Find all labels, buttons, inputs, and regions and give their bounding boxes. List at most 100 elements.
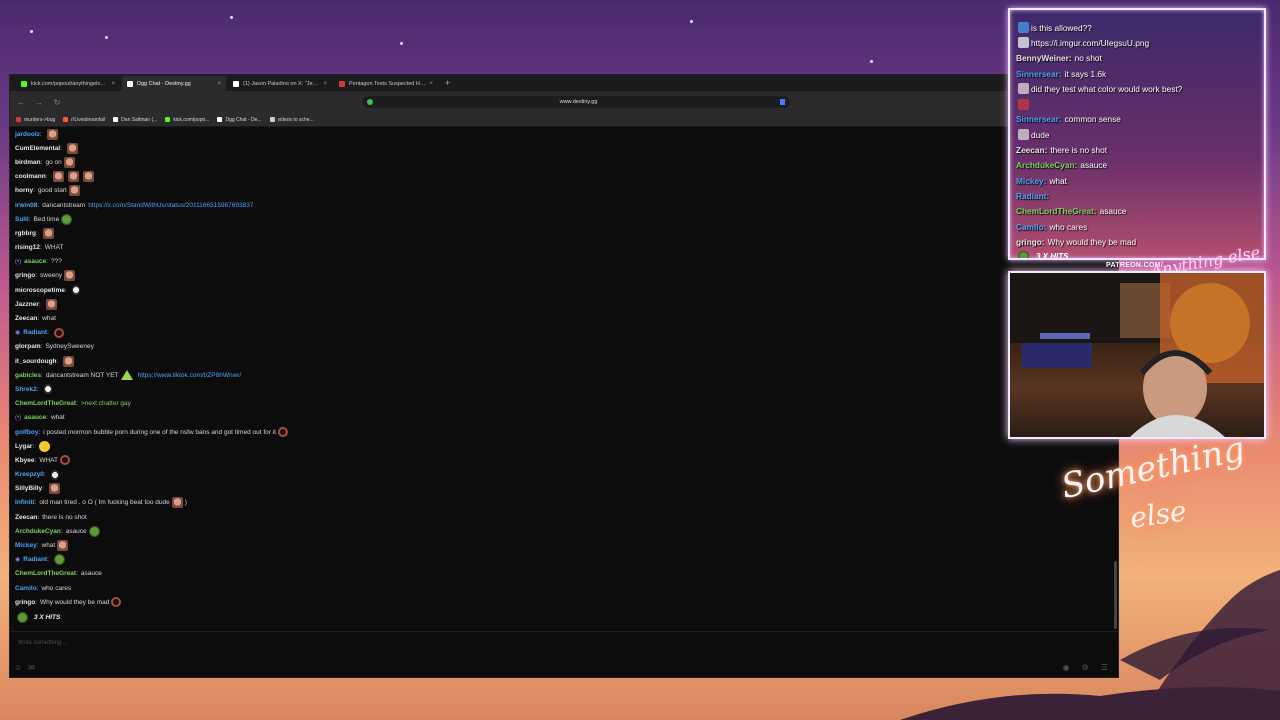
- address-bar[interactable]: www.destiny.gg: [362, 96, 790, 108]
- webcam-scene: [1010, 273, 1264, 437]
- close-icon[interactable]: ×: [323, 81, 327, 87]
- chat-username[interactable]: coolmann: [15, 173, 46, 180]
- chat-username[interactable]: Camilo: [15, 585, 37, 592]
- chat-separator: :: [36, 584, 39, 592]
- overlay-chat-message: ChemLordTheGreat: asauce: [1016, 204, 1258, 219]
- chat-username[interactable]: Radiant: [23, 329, 47, 336]
- chat-username[interactable]: rising12: [15, 244, 40, 251]
- chat-username[interactable]: gabicles: [15, 372, 41, 379]
- chat-text: WHAT: [39, 456, 58, 464]
- bookmark-favicon-icon: [63, 117, 69, 122]
- chat-username[interactable]: horny: [15, 187, 33, 194]
- settings-icon[interactable]: ⚙: [1082, 663, 1089, 672]
- chat-username[interactable]: Jazzner: [15, 301, 39, 308]
- chat-separator: :: [38, 428, 41, 436]
- chat-username[interactable]: it_sourdough: [15, 358, 57, 365]
- chat-username[interactable]: golfboy: [15, 429, 38, 436]
- chat-username[interactable]: Zeecan: [15, 315, 37, 322]
- chat-message: golfboy: i posted mormon bubble porn duri…: [15, 425, 1118, 439]
- bookmark-label: videos to sche...: [277, 116, 314, 123]
- forward-icon[interactable]: →: [34, 98, 44, 107]
- chat-username[interactable]: Zeecan: [15, 514, 37, 521]
- bookmark-favicon-icon: [269, 117, 275, 122]
- chat-username[interactable]: asauce: [24, 414, 46, 421]
- star: [870, 60, 873, 63]
- bookmark-item[interactable]: kick.com/popo...: [165, 117, 209, 123]
- chat-input[interactable]: [18, 639, 618, 646]
- browser-tab[interactable]: Pentagon Tests Suspected Havana×: [334, 76, 438, 91]
- chat-separator: :: [28, 215, 31, 223]
- chat-message: rgbbrg:: [15, 226, 1118, 240]
- emote-face-icon: [63, 156, 75, 168]
- close-icon[interactable]: ×: [429, 81, 433, 87]
- star: [400, 42, 403, 45]
- chat-username[interactable]: Mickey: [15, 542, 37, 549]
- chat-username[interactable]: gringo: [15, 599, 35, 606]
- overlay-chat-message: Camilo: who cares: [1016, 219, 1258, 234]
- chat-separator: :: [37, 201, 40, 209]
- chat-link[interactable]: https://x.com/StandWithUs/status/2011166…: [88, 202, 253, 209]
- overlay-chat-message: Mickey: what: [1016, 173, 1258, 188]
- chat-username[interactable]: ChemLordTheGreat: [15, 400, 76, 407]
- overlay-emote-icon: [1018, 83, 1029, 95]
- tab-label: Pentagon Tests Suspected Havana: [349, 80, 426, 87]
- chat-message: Zeecan: there is no shot: [15, 510, 1118, 524]
- chat-username[interactable]: Shrek2: [15, 386, 37, 393]
- bookmark-item[interactable]: videos to sche...: [269, 116, 314, 123]
- emote-icon[interactable]: ☺: [14, 663, 22, 672]
- chat-username[interactable]: birdman: [15, 159, 41, 166]
- overlay-chat-message: Radiant:: [1016, 188, 1258, 203]
- chat-separator: :: [43, 471, 46, 479]
- chat-username[interactable]: glorpam: [15, 343, 41, 350]
- close-icon[interactable]: ×: [111, 81, 115, 87]
- bookmark-item[interactable]: Dan Saltman (...: [113, 117, 157, 123]
- chat-text: dancantstream NOT YET: [45, 371, 119, 379]
- bookmark-item[interactable]: murders->bug: [16, 117, 55, 123]
- emote-face-icon: [42, 227, 54, 239]
- close-icon[interactable]: ×: [217, 81, 221, 87]
- whisper-icon[interactable]: ✉: [28, 663, 35, 672]
- chat-separator: :: [76, 570, 78, 578]
- new-tab-button[interactable]: +: [440, 76, 455, 91]
- users-icon[interactable]: ☰: [1101, 663, 1108, 672]
- chat-username[interactable]: CumElemental: [15, 145, 60, 152]
- chat-text: old man tired . o O ( Im fucking beat to…: [39, 499, 170, 507]
- chat-username[interactable]: gringo: [15, 272, 35, 279]
- chat-username[interactable]: Kbyee: [15, 457, 35, 464]
- overlay-chat-message: Sinnersear: it says 1.6k: [1016, 66, 1258, 81]
- bookmark-icon[interactable]: [780, 99, 785, 105]
- chat-username[interactable]: jardoolz: [15, 131, 40, 138]
- chat-username[interactable]: SillyBilly: [15, 485, 42, 492]
- news-icon: [339, 80, 345, 87]
- chat-username[interactable]: microscopetime: [15, 287, 65, 294]
- chat-message: Camilo: who cares: [15, 581, 1118, 595]
- chat-message: glorpam: SydneySweeney: [15, 340, 1118, 354]
- chat-message: jardoolz:: [15, 127, 1118, 141]
- chat-username[interactable]: Radiant: [23, 556, 47, 563]
- chat-message: Infiniti: old man tired . o O ( Im fuckin…: [15, 496, 1118, 510]
- chat-message: microscopetime:: [15, 283, 1118, 297]
- chat-username[interactable]: ArchdukeCyan: [15, 528, 61, 535]
- chat-scrollbar[interactable]: [1114, 561, 1117, 629]
- chat-username[interactable]: asauce: [24, 258, 46, 265]
- back-icon[interactable]: ←: [16, 98, 26, 107]
- bookmark-item[interactable]: r/Livestreamfail: [63, 117, 105, 123]
- chat-separator: :: [47, 329, 49, 337]
- chat-username[interactable]: Infiniti: [15, 499, 35, 506]
- chat-username[interactable]: Lygar: [15, 443, 32, 450]
- chat-username[interactable]: irwin08: [15, 202, 37, 209]
- reload-icon[interactable]: ↻: [52, 98, 62, 107]
- chat-username[interactable]: Sulli: [15, 216, 29, 223]
- chat-username[interactable]: Kreepzy0: [15, 471, 44, 478]
- tab-label: (1) Jason Paladino on X: "Jesus fu: [243, 80, 320, 87]
- chat-username[interactable]: ChemLordTheGreat: [15, 570, 76, 577]
- chat-text: asauce: [80, 570, 102, 578]
- browser-tab[interactable]: Dgg Chat - Destiny.gg ×: [122, 76, 226, 91]
- browser-tab[interactable]: kick.com/popout/anythingelse/chat ×: [16, 76, 120, 91]
- browser-tab[interactable]: (1) Jason Paladino on X: "Jesus fu ×: [228, 76, 332, 91]
- bookmark-item[interactable]: Dgg Chat - De...: [217, 117, 262, 123]
- overlay-text: no shot: [1074, 53, 1102, 64]
- visibility-icon[interactable]: ◉: [1063, 663, 1070, 672]
- chat-username[interactable]: rgbbrg: [15, 230, 36, 237]
- chat-link[interactable]: https://www.tiktok.com/t/ZP8hWnwr/: [138, 372, 242, 379]
